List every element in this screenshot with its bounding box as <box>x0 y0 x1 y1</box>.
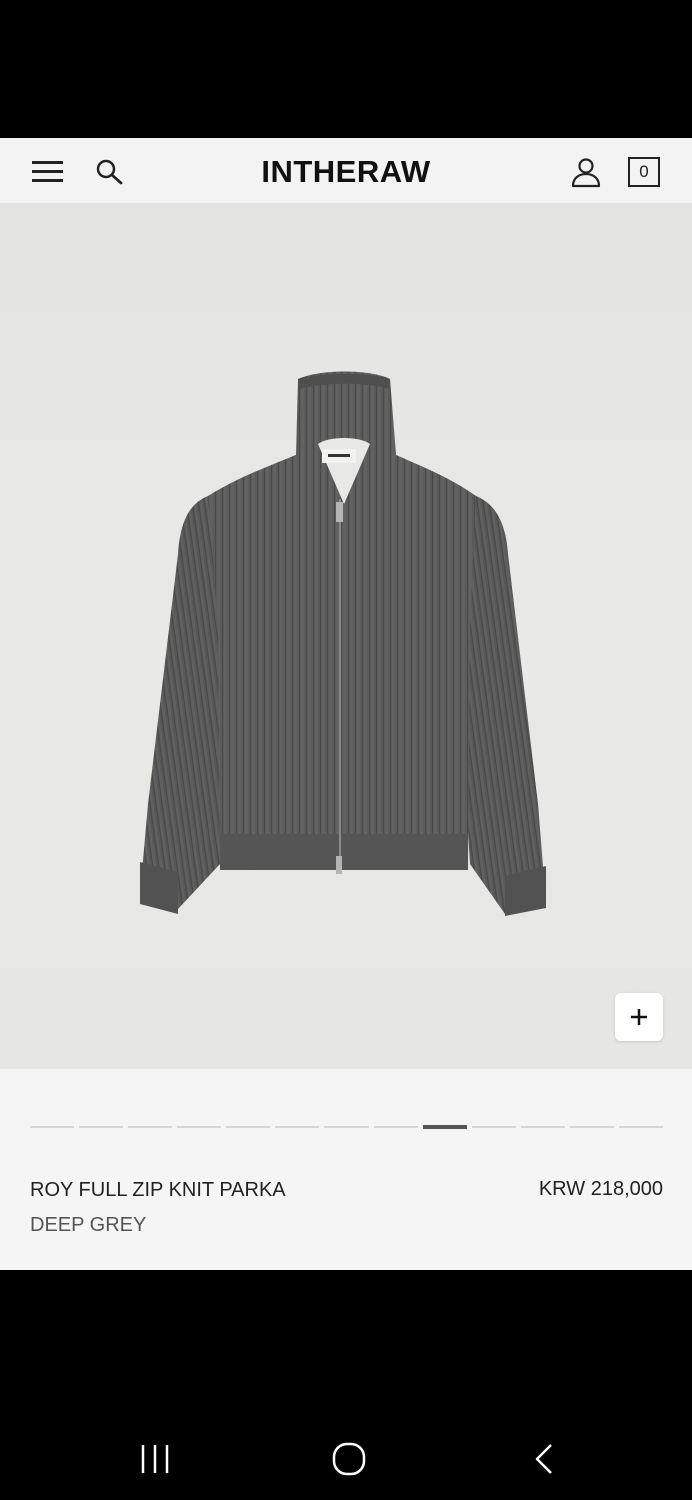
recent-apps-icon <box>141 1445 169 1473</box>
product-image <box>140 371 546 916</box>
slide-indicator[interactable] <box>30 1126 75 1128</box>
slide-indicator[interactable] <box>275 1126 320 1128</box>
brand-logo[interactable]: INTHERAW <box>0 154 692 190</box>
recent-apps-button[interactable] <box>126 1435 186 1485</box>
home-icon <box>332 1442 366 1476</box>
slide-indicator[interactable] <box>422 1125 467 1129</box>
slide-indicator[interactable] <box>324 1126 369 1128</box>
plus-icon <box>631 1009 647 1025</box>
product-color: DEEP GREY <box>30 1214 147 1236</box>
slide-indicator[interactable] <box>618 1126 664 1128</box>
slide-indicator[interactable] <box>177 1126 222 1128</box>
slide-indicators <box>30 1125 664 1129</box>
back-icon <box>535 1444 552 1474</box>
home-button[interactable] <box>319 1435 379 1485</box>
status-bar <box>0 0 692 138</box>
slide-indicator[interactable] <box>471 1126 516 1128</box>
system-navigation-bar <box>0 1270 692 1500</box>
slide-indicator[interactable] <box>569 1126 614 1128</box>
zoom-button[interactable] <box>615 993 663 1041</box>
slide-indicator[interactable] <box>128 1126 173 1128</box>
slide-indicator[interactable] <box>79 1126 124 1128</box>
product-info: ROY FULL ZIP KNIT PARKA DEEP GREY KRW 21… <box>0 1069 692 1270</box>
product-price: KRW 218,000 <box>538 1178 663 1200</box>
slide-indicator[interactable] <box>226 1126 271 1128</box>
slide-indicator[interactable] <box>520 1126 565 1128</box>
product-name: ROY FULL ZIP KNIT PARKA <box>30 1179 286 1201</box>
product-image-gallery[interactable] <box>0 204 692 1069</box>
back-button[interactable] <box>514 1435 574 1485</box>
slide-indicator[interactable] <box>373 1126 418 1128</box>
